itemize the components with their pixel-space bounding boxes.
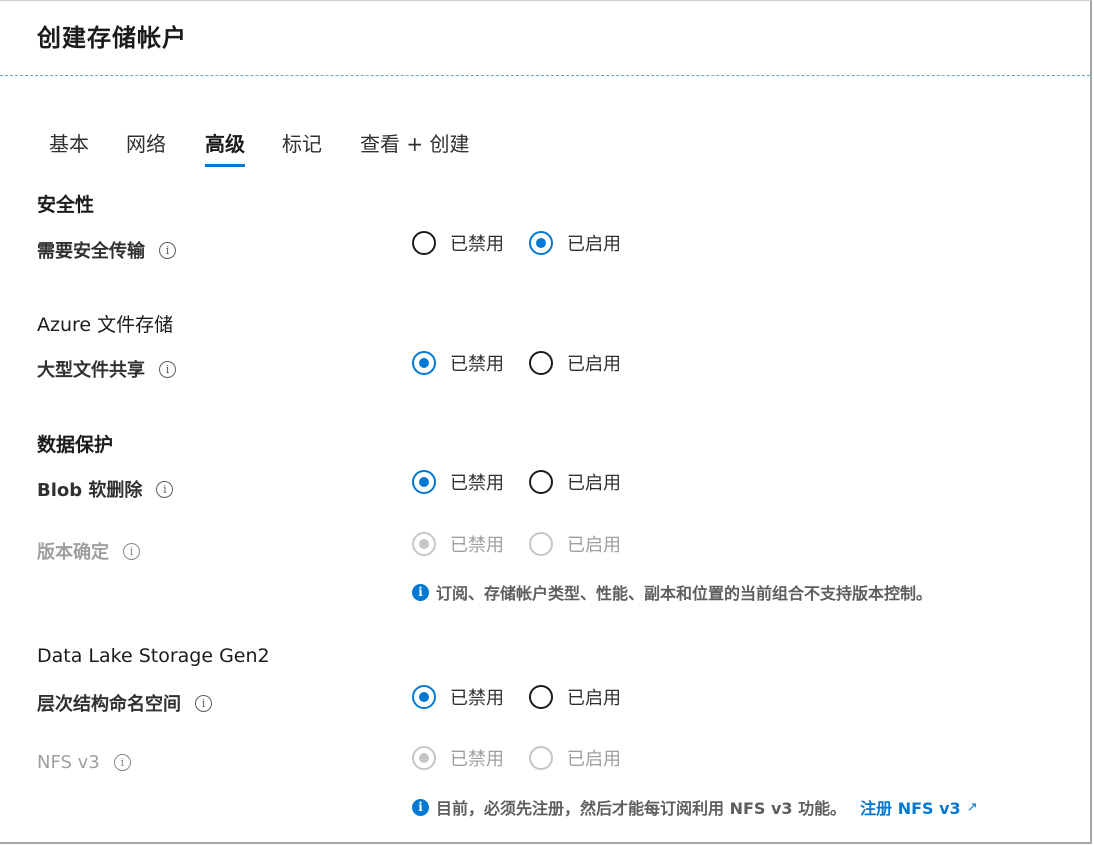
tab-tags[interactable]: 标记 [282, 128, 322, 157]
versioning-label-text: 版本确定 [37, 542, 109, 563]
tab-networking[interactable]: 网络 [126, 128, 166, 157]
versioning-info-note: i 订阅、存储帐户类型、性能、副本和位置的当前组合不支持版本控制。 [412, 580, 932, 604]
large-file-shares-disabled-radio[interactable]: 已禁用 [412, 350, 504, 376]
nfs-v3-label: NFS v3 i [37, 752, 131, 773]
tab-basics[interactable]: 基本 [49, 128, 89, 157]
section-azure-files: Azure 文件存储 [37, 310, 173, 337]
radio-label: 已启用 [567, 749, 621, 770]
radio-label: 已禁用 [450, 473, 504, 494]
nfs-note-text: 目前，必须先注册，然后才能每订阅利用 NFS v3 功能。 [436, 799, 847, 818]
section-security: 安全性 [37, 194, 95, 216]
radio-circle [412, 351, 436, 375]
hierarchical-namespace-enabled-radio[interactable]: 已启用 [529, 684, 621, 710]
radio-label: 已启用 [567, 535, 621, 556]
nfs-v3-enabled-radio: 已启用 [529, 745, 621, 771]
radio-circle [529, 231, 553, 255]
info-icon[interactable]: i [195, 694, 212, 712]
nfs-info-note: i 目前，必须先注册，然后才能每订阅利用 NFS v3 功能。 注册 NFS v… [412, 795, 978, 819]
register-nfs-link-text: 注册 NFS v3 [860, 799, 961, 818]
hierarchical-namespace-label: 层次结构命名空间 i [37, 690, 212, 716]
info-filled-icon: i [412, 798, 429, 816]
radio-circle [529, 351, 553, 375]
secure-transfer-disabled-radio[interactable]: 已禁用 [412, 230, 504, 256]
secure-transfer-label: 需要安全传输 i [37, 237, 176, 263]
info-icon[interactable]: i [113, 754, 131, 771]
info-filled-icon: i [412, 583, 429, 601]
radio-circle [529, 746, 553, 770]
blob-soft-delete-label-text: Blob 软删除 [37, 480, 143, 501]
radio-label: 已禁用 [450, 354, 504, 375]
radio-circle [529, 685, 553, 709]
nfs-v3-label-text: NFS v3 [37, 752, 100, 773]
blob-soft-delete-label: Blob 软删除 i [37, 476, 174, 502]
versioning-label: 版本确定 i [37, 538, 140, 564]
secure-transfer-label-text: 需要安全传输 [37, 241, 145, 262]
radio-circle [529, 470, 553, 494]
page-title: 创建存储帐户 [37, 24, 187, 52]
info-icon[interactable]: i [159, 241, 176, 259]
radio-label: 已启用 [567, 688, 621, 709]
external-link-icon: ↗ [966, 799, 978, 815]
tab-advanced[interactable]: 高级 [205, 128, 245, 167]
section-data-protection: 数据保护 [37, 434, 114, 456]
radio-label: 已禁用 [450, 234, 504, 255]
info-icon[interactable]: i [156, 480, 174, 498]
info-icon[interactable]: i [159, 360, 176, 378]
title-divider [0, 75, 1090, 76]
blob-soft-delete-disabled-radio[interactable]: 已禁用 [412, 469, 504, 495]
hierarchical-namespace-label-text: 层次结构命名空间 [37, 694, 181, 715]
nfs-v3-disabled-radio: 已禁用 [412, 745, 504, 771]
radio-circle [412, 231, 436, 255]
large-file-shares-enabled-radio[interactable]: 已启用 [529, 350, 621, 376]
large-file-shares-label: 大型文件共享 i [37, 356, 176, 382]
register-nfs-link[interactable]: 注册 NFS v3 ↗ [860, 795, 977, 819]
radio-label: 已启用 [567, 234, 621, 255]
radio-label: 已启用 [567, 354, 621, 375]
secure-transfer-enabled-radio[interactable]: 已启用 [529, 230, 621, 256]
tab-review-create[interactable]: 查看 + 创建 [360, 128, 469, 157]
blob-soft-delete-enabled-radio[interactable]: 已启用 [529, 469, 621, 495]
hierarchical-namespace-disabled-radio[interactable]: 已禁用 [412, 684, 504, 710]
info-icon[interactable]: i [123, 542, 140, 560]
radio-circle [529, 532, 553, 556]
radio-label: 已禁用 [450, 749, 504, 770]
radio-label: 已启用 [567, 473, 621, 494]
radio-circle [412, 532, 436, 556]
radio-label: 已禁用 [450, 535, 504, 556]
radio-label: 已禁用 [450, 688, 504, 709]
versioning-disabled-radio: 已禁用 [412, 531, 504, 557]
large-file-shares-label-text: 大型文件共享 [37, 360, 145, 381]
radio-circle [412, 470, 436, 494]
blade-frame [0, 0, 1092, 844]
versioning-enabled-radio: 已启用 [529, 531, 621, 557]
radio-circle [412, 685, 436, 709]
section-azure-files-text: Azure 文件存储 [37, 314, 174, 336]
radio-circle [412, 746, 436, 770]
section-data-lake: Data Lake Storage Gen2 [37, 645, 270, 667]
versioning-note-text: 订阅、存储帐户类型、性能、副本和位置的当前组合不支持版本控制。 [436, 584, 933, 603]
